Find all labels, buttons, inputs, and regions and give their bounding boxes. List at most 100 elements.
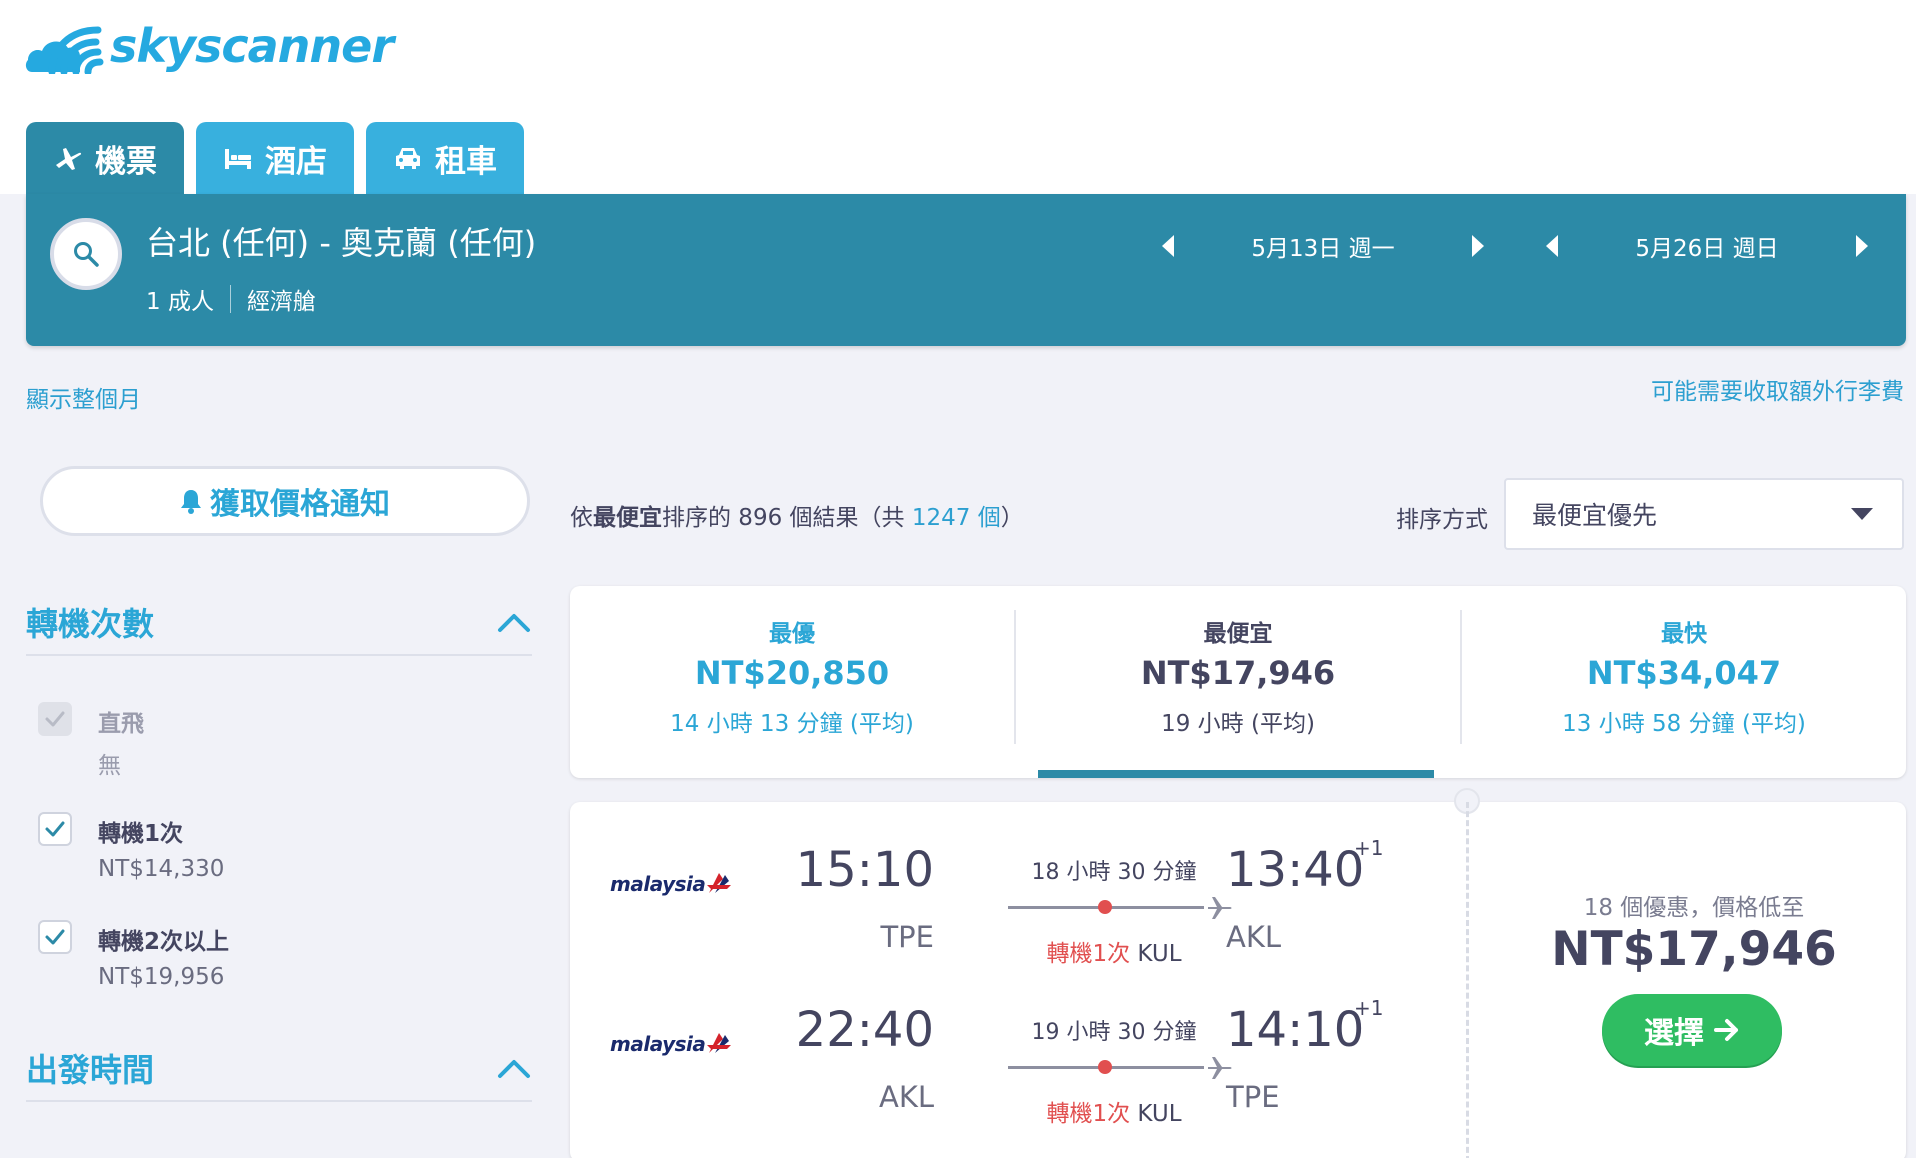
direct-label: 直飛 [98, 711, 144, 737]
route-title[interactable]: 台北 (任何) - 奧克蘭 (任何) [146, 218, 536, 264]
plane-icon [1208, 1057, 1232, 1079]
outbound-arrive-time: 13:40 [1226, 842, 1365, 898]
malaysia-airlines-kite-icon [707, 873, 732, 893]
malaysia-airlines-kite-icon [707, 1033, 732, 1053]
return-depart-time: 22:40 [795, 1002, 934, 1058]
return-arrive-airport: TPE [1226, 1080, 1280, 1114]
edit-search-button[interactable] [50, 218, 122, 290]
return-arrive-time: 14:10 [1226, 1002, 1365, 1058]
show-whole-month-link[interactable]: 顯示整個月 [26, 380, 141, 414]
outbound-depart-time: 15:10 [795, 842, 934, 898]
depart-time-filter-header[interactable]: 出發時間 [26, 1036, 532, 1102]
two-plus-price: NT$19,956 [98, 964, 225, 990]
return-leg: malaysia 22:40 AKL 19 小時 30 分鐘 轉機1次 KUL … [570, 986, 1460, 1136]
depart-next-day-button[interactable] [1458, 226, 1498, 266]
page: skyscanner 機票 酒店 租車 台北 (任何) - 奧克蘭 (任何) 1… [0, 0, 1916, 1158]
outbound-stops: 轉機1次 KUL [1004, 934, 1224, 968]
chevron-down-icon [1851, 508, 1873, 520]
baggage-fee-link[interactable]: 可能需要收取額外行李費 [1651, 372, 1904, 406]
results-prefix: 依 [570, 505, 593, 531]
sort-dropdown[interactable]: 最便宜優先 [1504, 478, 1904, 550]
check-icon [45, 821, 65, 837]
depart-time-filter-title: 出發時間 [26, 1051, 155, 1089]
caret-right-icon [1472, 235, 1484, 257]
airline-logo: malaysia [610, 866, 740, 902]
results-total-link[interactable]: 1247 個 [912, 505, 1001, 531]
depart-date[interactable]: 5月13日 週一 [1188, 229, 1458, 263]
flight-result-card[interactable]: malaysia 15:10 TPE 18 小時 30 分鐘 轉機1次 KUL … [570, 788, 1906, 1158]
best-duration: 14 小時 13 分鐘 (平均) [670, 711, 914, 737]
best-summary-tab[interactable]: 最優 NT$20,850 14 小時 13 分鐘 (平均) [570, 586, 1014, 778]
fastest-label: 最快 [1661, 621, 1707, 647]
divider [229, 285, 231, 313]
cheapest-duration: 19 小時 (平均) [1161, 711, 1315, 737]
skyscanner-logo[interactable]: skyscanner [24, 14, 394, 78]
best-label: 最優 [769, 621, 815, 647]
travellers-cabin[interactable]: 1 成人 經濟艙 [146, 282, 316, 316]
stop-dot [1098, 1060, 1112, 1074]
two-plus-label: 轉機2次以上 [98, 929, 230, 955]
outbound-depart-airport: TPE [880, 920, 934, 954]
outbound-duration: 18 小時 30 分鐘 [1031, 860, 1197, 885]
skyscanner-cloud-icon [25, 26, 104, 74]
caret-right-icon [1856, 235, 1868, 257]
tab-car-hire[interactable]: 租車 [366, 122, 524, 194]
plane-icon [56, 148, 82, 170]
stops-filter-header[interactable]: 轉機次數 [26, 590, 532, 656]
outbound-day-offset: +1 [1354, 836, 1384, 860]
fastest-price: NT$34,047 [1586, 654, 1782, 692]
results-suffix: ） [1000, 505, 1024, 531]
cheapest-summary-tab[interactable]: 最便宜 NT$17,946 19 小時 (平均) [1016, 586, 1460, 778]
stops-filter-title: 轉機次數 [26, 605, 155, 643]
tab-flights[interactable]: 機票 [26, 122, 184, 194]
two-plus-checkbox[interactable] [38, 920, 72, 954]
fastest-summary-tab[interactable]: 最快 NT$34,047 13 小時 58 分鐘 (平均) [1462, 586, 1906, 778]
return-date[interactable]: 5月26日 週日 [1572, 229, 1842, 263]
return-stop-airport: KUL [1137, 1101, 1182, 1127]
search-icon [74, 242, 99, 267]
return-stop-count: 轉機1次 [1046, 1101, 1131, 1127]
direct-price: 無 [98, 753, 121, 779]
bell-icon [181, 490, 201, 514]
product-tabs: 機票 酒店 租車 [26, 122, 524, 194]
cabin-class: 經濟艙 [246, 289, 316, 315]
outbound-arrive-airport: AKL [1226, 920, 1282, 954]
return-duration: 19 小時 30 分鐘 [1031, 1020, 1197, 1045]
depart-prev-day-button[interactable] [1148, 226, 1188, 266]
sort-summary-tabs: 最優 NT$20,850 14 小時 13 分鐘 (平均) 最便宜 NT$17,… [570, 586, 1906, 778]
bed-icon [225, 149, 251, 169]
price-alert-button[interactable]: 獲取價格通知 [40, 466, 530, 536]
direct-checkbox [38, 702, 72, 736]
one-stop-price: NT$14,330 [98, 856, 225, 882]
active-tab-indicator [1038, 770, 1434, 778]
deals-count: 18 個優惠，價格低至 [1583, 895, 1805, 921]
tab-hotels[interactable]: 酒店 [196, 122, 354, 194]
arrow-right-icon [1714, 1019, 1738, 1041]
results-count: 排序的 896 個結果（共 [662, 505, 912, 531]
chevron-up-icon [498, 1060, 530, 1078]
airline-name: malaysia [610, 872, 706, 896]
results-sort-key: 最便宜 [593, 505, 662, 531]
price-alert-label: 獲取價格通知 [210, 487, 390, 522]
return-prev-day-button[interactable] [1532, 226, 1572, 266]
best-price: NT$20,850 [694, 654, 890, 692]
logo-wordmark: skyscanner [110, 19, 394, 73]
header: skyscanner 機票 酒店 租車 [0, 0, 1916, 194]
return-next-day-button[interactable] [1842, 226, 1882, 266]
sort-label: 排序方式 [1396, 507, 1488, 533]
return-stops: 轉機1次 KUL [1004, 1094, 1224, 1128]
tab-car-hire-label: 租車 [435, 143, 497, 180]
select-flight-button[interactable]: 選擇 [1602, 994, 1782, 1066]
cheapest-price: NT$17,946 [1140, 654, 1336, 692]
cheapest-label: 最便宜 [1203, 621, 1273, 647]
ticket-divider [1466, 802, 1469, 1158]
one-stop-checkbox[interactable] [38, 812, 72, 846]
car-icon [396, 148, 420, 169]
check-icon [45, 711, 65, 727]
depart-date-selector: 5月13日 週一 [1148, 226, 1498, 266]
check-icon [45, 929, 65, 945]
airline-logo: malaysia [610, 1026, 740, 1062]
stop-dot [1098, 900, 1112, 914]
flight-price: NT$17,946 [1551, 922, 1837, 977]
passenger-count: 1 成人 [146, 289, 214, 315]
